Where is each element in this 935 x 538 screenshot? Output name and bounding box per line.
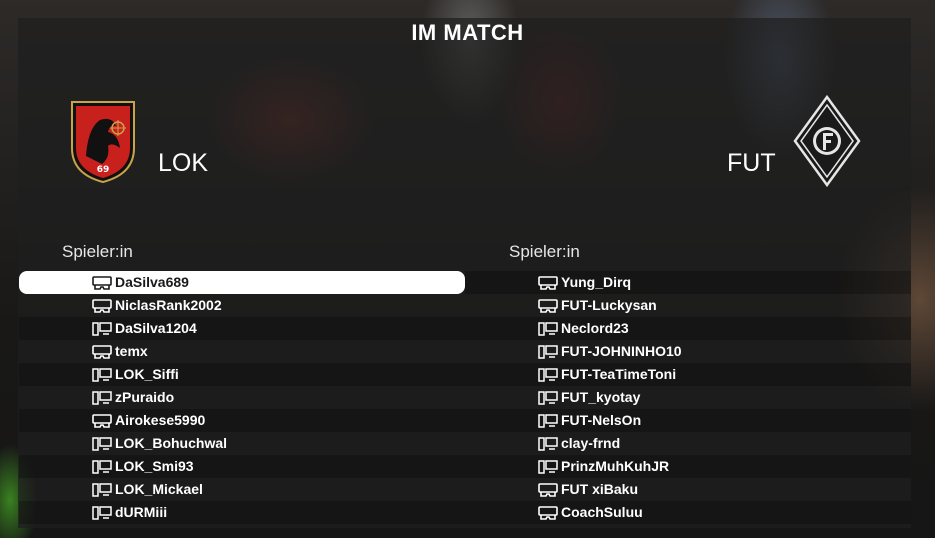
player-name: LOK_Siffi [115,366,179,382]
player-name: NiclasRank2002 [115,297,222,313]
home-player-row[interactable]: dURMiii [19,501,465,524]
away-player-row[interactable]: clay-frnd [465,432,911,455]
player-name: PrinzMuhKuhJR [561,458,670,474]
home-player-row[interactable]: DaSilva689 [19,271,465,294]
away-player-row[interactable]: Yung_Dirq [465,271,911,294]
away-player-row[interactable]: FUT_kyotay [465,386,911,409]
player-name: LOK_Smi93 [115,458,194,474]
home-team-name: LOK [158,149,209,177]
away-player-row[interactable]: PrinzMuhKuhJR [465,455,911,478]
pc-icon [92,367,112,382]
pc-icon [538,367,558,382]
home-player-row[interactable]: LOK_Mickael [19,478,465,501]
home-player-row[interactable]: LOK_Smi93 [19,455,465,478]
pc-icon [538,321,558,336]
away-player-row[interactable]: FUT-NelsOn [465,409,911,432]
console-icon [92,344,112,359]
console-icon [538,298,558,313]
console-icon [92,275,112,290]
pc-icon [92,482,112,497]
page-title: IM MATCH [411,20,524,45]
home-player-row[interactable]: Airokese5990 [19,409,465,432]
home-player-row[interactable]: DaSilva1204 [19,317,465,340]
player-name: LOK_Bohuchwal [115,435,228,451]
home-players-header: Spieler:in [62,242,133,261]
away-player-row[interactable]: FUT xiBaku [465,478,911,501]
player-name: Yung_Dirq [561,274,632,290]
console-icon [538,482,558,497]
player-name: FUT-JOHNINHO10 [561,343,682,359]
away-team-name: FUT [727,149,776,177]
player-name: temx [115,343,148,359]
player-name: FUT-NelsOn [561,412,642,428]
home-player-row[interactable]: NiclasRank2002 [19,294,465,317]
away-player-row[interactable]: FUT-JOHNINHO10 [465,340,911,363]
pc-icon [538,390,558,405]
pc-icon [92,436,112,451]
player-name: zPuraido [115,389,175,405]
console-icon [538,275,558,290]
player-name: dURMiii [115,504,168,520]
console-icon [92,413,112,428]
home-player-list: DaSilva689 NiclasRank2002 DaSilva1204 temx L… [19,271,465,524]
svg-text:69: 69 [97,165,110,175]
player-name: clay-frnd [561,435,621,451]
player-name: Neclord23 [561,320,629,336]
pc-icon [92,321,112,336]
away-player-row[interactable]: Neclord23 [465,317,911,340]
lok-crest-icon: 69 [68,98,138,184]
player-name: FUT xiBaku [561,481,639,497]
player-name: FUT-TeaTimeToni [561,366,677,382]
away-player-row[interactable]: FUT-Luckysan [465,294,911,317]
pc-icon [538,459,558,474]
away-player-list: Yung_Dirq FUT-Luckysan Neclord23 FUT-JOHNIN… [465,271,911,524]
player-name: Airokese5990 [115,412,206,428]
fut-crest-icon [793,95,861,187]
player-name: LOK_Mickael [115,481,203,497]
home-player-row[interactable]: temx [19,340,465,363]
pc-icon [538,344,558,359]
away-player-row[interactable]: CoachSuluu [465,501,911,524]
home-player-row[interactable]: zPuraido [19,386,465,409]
player-name: DaSilva1204 [115,320,197,336]
away-players-header: Spieler:in [509,242,580,261]
player-name: FUT-Luckysan [561,297,657,313]
player-name: DaSilva689 [115,274,189,290]
player-name: FUT_kyotay [561,389,641,405]
pc-icon [92,505,112,520]
home-player-row[interactable]: LOK_Siffi [19,363,465,386]
pc-icon [538,413,558,428]
pc-icon [92,459,112,474]
player-name: CoachSuluu [561,504,643,520]
console-icon [538,505,558,520]
pc-icon [538,436,558,451]
pc-icon [92,390,112,405]
away-player-row[interactable]: FUT-TeaTimeToni [465,363,911,386]
home-player-row[interactable]: LOK_Bohuchwal [19,432,465,455]
console-icon [92,298,112,313]
